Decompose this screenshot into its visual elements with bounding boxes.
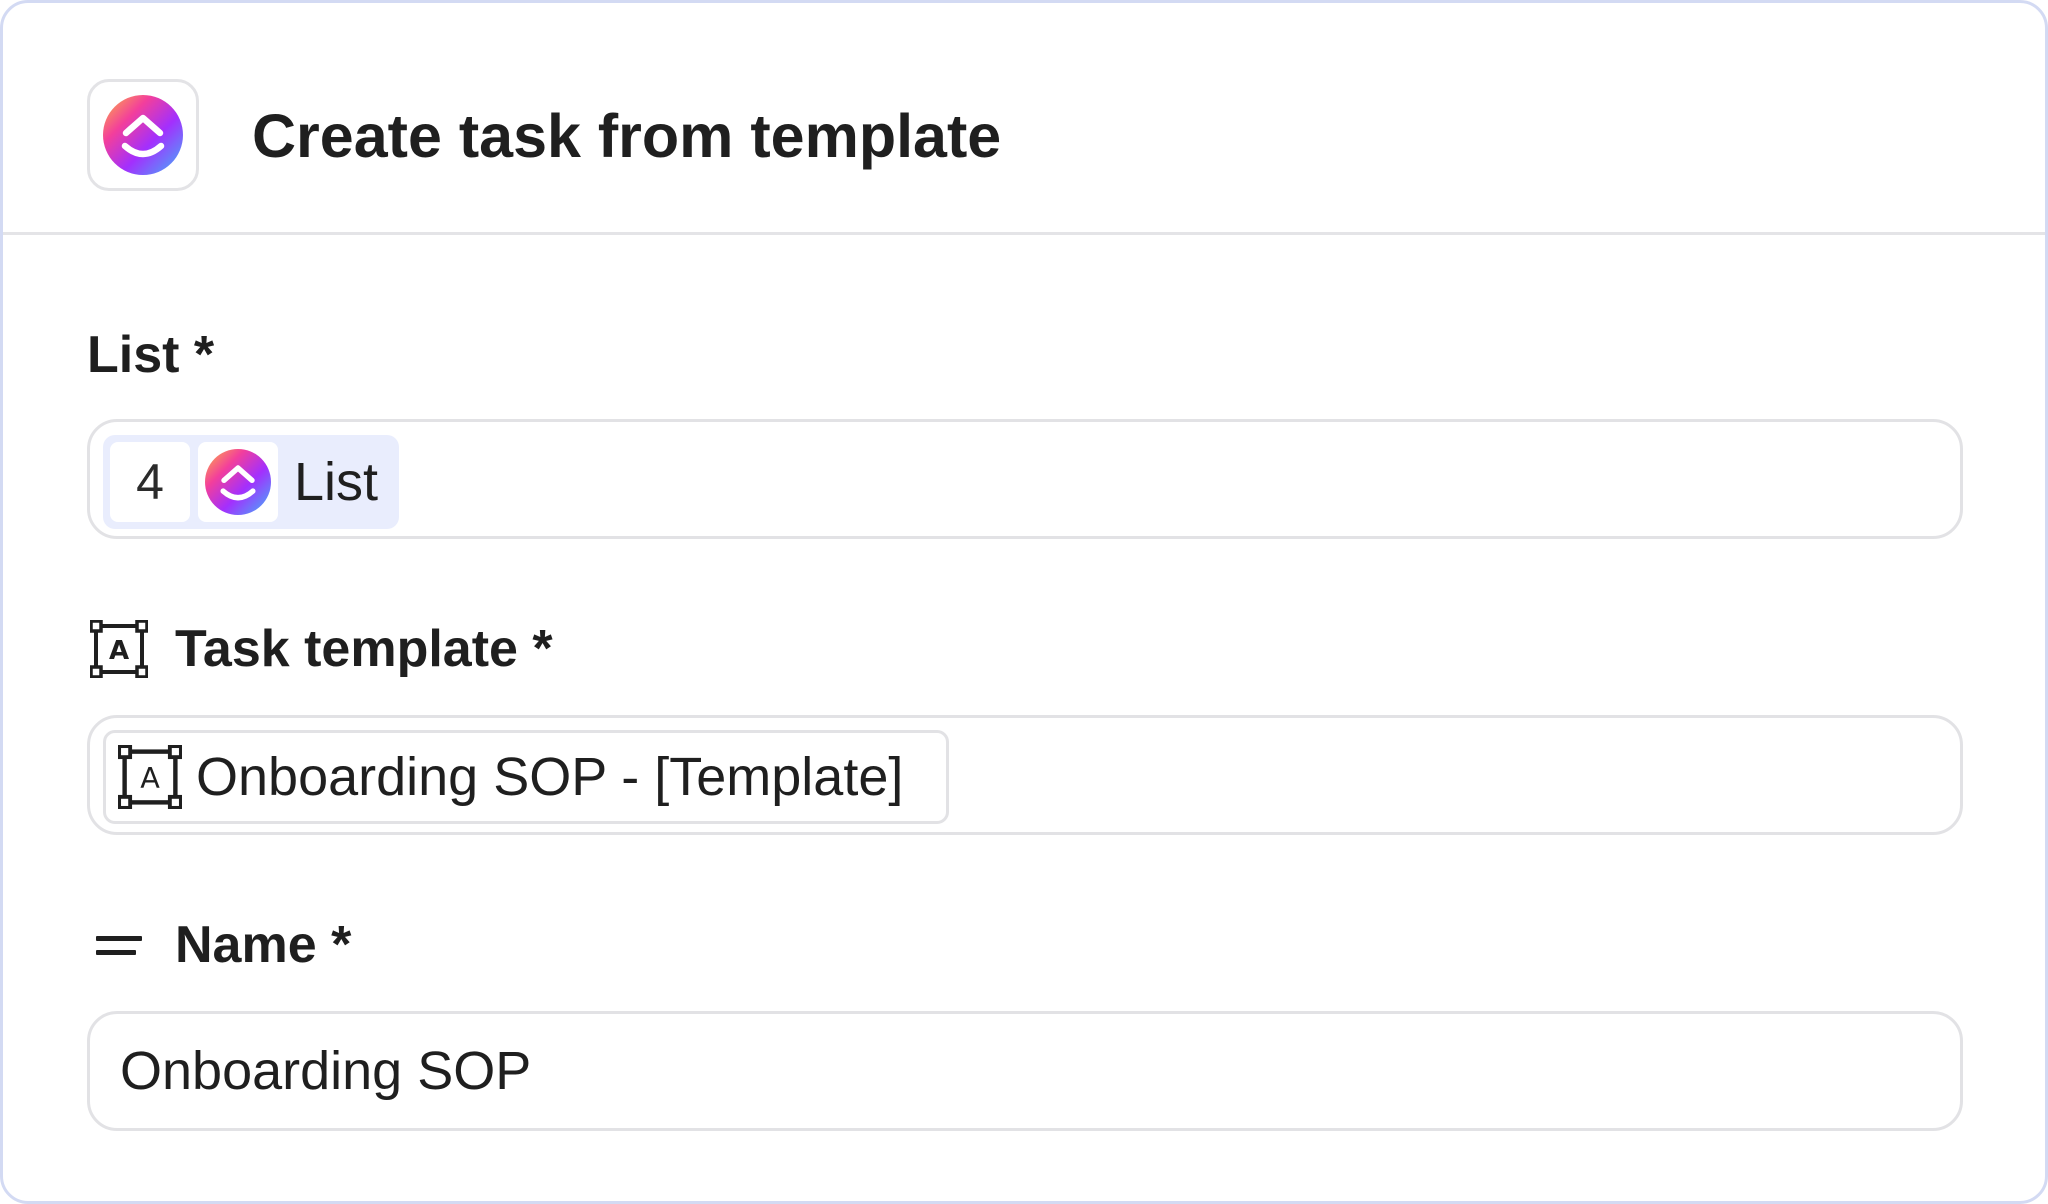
name-input-value[interactable]: Onboarding SOP	[120, 1038, 531, 1104]
template-icon: A	[118, 745, 182, 809]
name-field[interactable]: Onboarding SOP	[87, 1011, 1963, 1131]
form-header: Create task from template	[3, 3, 2045, 235]
template-icon: A	[89, 619, 149, 679]
list-field[interactable]: 4 List	[87, 419, 1963, 539]
task-template-field-label: A Task template *	[89, 618, 553, 680]
task-template-label-text: Task template *	[175, 620, 553, 678]
svg-text:A: A	[109, 636, 129, 666]
clickup-logo-icon	[103, 95, 183, 175]
clickup-chip-logo	[198, 442, 278, 522]
list-chip-count: 4	[110, 442, 190, 522]
text-lines-icon	[89, 915, 149, 975]
list-field-label: List *	[87, 324, 214, 386]
task-template-chip[interactable]: A Onboarding SOP - [Template]	[103, 730, 949, 824]
task-template-field[interactable]: A Onboarding SOP - [Template]	[87, 715, 1963, 835]
task-template-chip-label: Onboarding SOP - [Template]	[196, 747, 904, 807]
create-task-form-card: Create task from template List * 4 List	[0, 0, 2048, 1204]
clickup-logo-icon	[205, 449, 271, 515]
page-title: Create task from template	[252, 102, 1002, 170]
list-chip[interactable]: 4 List	[103, 435, 399, 529]
app-logo	[87, 79, 199, 191]
list-chip-label: List	[294, 452, 379, 512]
name-field-label: Name *	[89, 914, 351, 976]
list-label-text: List *	[87, 326, 215, 384]
svg-text:A: A	[140, 761, 160, 795]
name-label-text: Name *	[175, 916, 352, 974]
